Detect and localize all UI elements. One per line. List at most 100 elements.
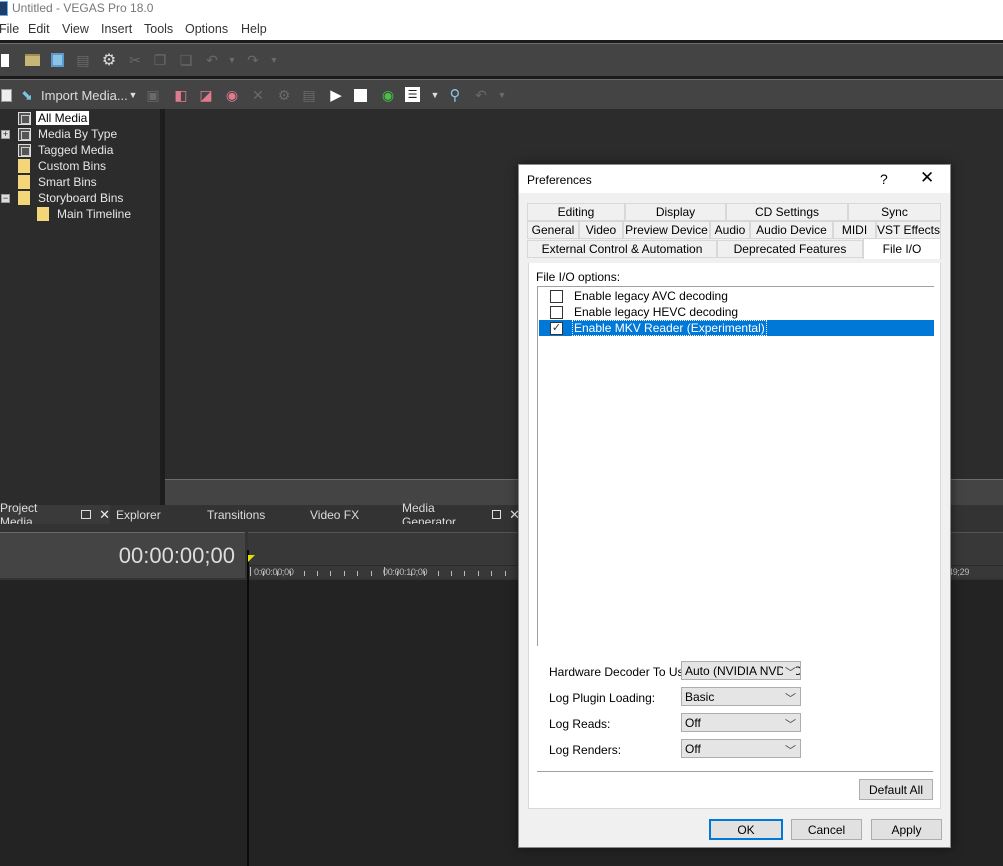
default-all-button[interactable]: Default All	[859, 779, 933, 800]
undock-icon[interactable]	[491, 510, 502, 519]
option-legacy-hevc[interactable]: Enable legacy HEVC decoding	[539, 304, 934, 320]
tab-audio[interactable]: Audio	[710, 221, 750, 239]
play-icon[interactable]: ▶	[328, 86, 344, 104]
import-dropdown-icon[interactable]: ▼	[127, 87, 139, 103]
timeline-cursor[interactable]	[247, 550, 249, 866]
view-icon[interactable]	[0, 87, 12, 103]
tab-cd-settings[interactable]: CD Settings	[726, 203, 848, 221]
tab-file-io[interactable]: File I/O	[863, 238, 941, 259]
tab-audio-device[interactable]: Audio Device	[750, 221, 833, 239]
tab-editing[interactable]: Editing	[527, 203, 625, 221]
ruler-tick	[451, 571, 452, 576]
menu-edit[interactable]: Edit	[28, 22, 50, 36]
tab-deprecated-features[interactable]: Deprecated Features	[717, 240, 863, 258]
tab-project-media[interactable]: Project Media ✕	[0, 501, 110, 529]
tab-video[interactable]: Video	[579, 221, 623, 239]
add-bin-icon[interactable]: ◧	[172, 86, 190, 104]
menu-options[interactable]: Options	[185, 22, 228, 36]
menu-help[interactable]: Help	[241, 22, 267, 36]
undo-icon[interactable]: ↶	[203, 51, 221, 69]
paste-icon[interactable]: ❏	[177, 51, 195, 69]
capture-icon[interactable]: ▣	[145, 87, 161, 103]
menu-file[interactable]: File	[0, 22, 19, 36]
properties-icon[interactable]: ▤	[300, 86, 318, 104]
search-icon[interactable]: ⚲	[446, 86, 464, 104]
option-legacy-avc[interactable]: Enable legacy AVC decoding	[539, 288, 934, 304]
tree-item-smart-bins[interactable]: Smart Bins	[18, 174, 99, 190]
save-icon[interactable]	[48, 52, 66, 68]
tab-preview-device[interactable]: Preview Device	[623, 221, 710, 239]
tab-general[interactable]: General	[527, 221, 579, 239]
stop-icon[interactable]	[354, 89, 367, 102]
close-icon[interactable]: ✕	[99, 507, 110, 523]
delete-icon[interactable]: ✕	[250, 86, 266, 104]
undo-icon[interactable]: ↶	[472, 86, 490, 104]
log-renders-select[interactable]: Off ﹀	[681, 739, 801, 758]
ruler-label: 00:00:10;00	[383, 567, 428, 577]
ruler-tick	[263, 571, 265, 576]
undock-icon[interactable]	[81, 510, 92, 519]
redo-icon[interactable]: ↷	[244, 51, 262, 69]
help-button[interactable]: ?	[880, 171, 888, 187]
tab-display[interactable]: Display	[625, 203, 726, 221]
log-reads-select[interactable]: Off ﹀	[681, 713, 801, 732]
new-project-icon[interactable]	[0, 52, 10, 68]
tab-sync[interactable]: Sync	[848, 203, 941, 221]
autopreview-icon[interactable]: ◉	[379, 86, 397, 104]
menu-tools[interactable]: Tools	[144, 22, 173, 36]
tab-media-generator[interactable]: Media Generator ✕	[402, 501, 520, 529]
window-title: Untitled - VEGAS Pro 18.0	[12, 1, 154, 15]
folder-icon	[18, 175, 30, 189]
open-folder-icon[interactable]	[23, 52, 41, 68]
get-media-icon[interactable]: ◪	[197, 86, 215, 104]
tab-transitions[interactable]: Transitions	[207, 505, 265, 524]
option-mkv-reader[interactable]: ✓ Enable MKV Reader (Experimental)	[539, 320, 934, 336]
extract-audio-icon[interactable]: ◉	[223, 86, 241, 104]
import-media-button[interactable]: Import Media...	[41, 88, 128, 103]
checkbox[interactable]	[550, 305, 563, 319]
checkbox-checked[interactable]: ✓	[550, 321, 563, 335]
redo-dropdown-icon[interactable]: ▼	[268, 51, 280, 69]
log-plugin-loading-select[interactable]: Basic ﹀	[681, 687, 801, 706]
expand-icon[interactable]: +	[1, 130, 10, 139]
ok-button[interactable]: OK	[709, 819, 783, 840]
tree-item-storyboard-bins[interactable]: Storyboard Bins	[18, 190, 125, 206]
log-reads-label: Log Reads:	[549, 717, 611, 731]
menu-view[interactable]: View	[62, 22, 89, 36]
options-label: File I/O options:	[536, 270, 621, 284]
import-media-icon[interactable]: ⬊	[18, 86, 36, 104]
hw-decoder-select[interactable]: Auto (NVIDIA NVDEC ﹀	[681, 661, 801, 680]
dialog-title-bar: Preferences ? ✕	[519, 165, 950, 193]
cancel-button[interactable]: Cancel	[791, 819, 862, 840]
tab-video-fx[interactable]: Video FX	[310, 505, 359, 524]
views-dropdown-icon[interactable]: ▼	[429, 87, 441, 103]
tree-item-media-by-type[interactable]: Media By Type	[18, 126, 119, 142]
tree-item-all-media[interactable]: All Media	[18, 110, 90, 126]
media-fx-icon[interactable]: ⚙	[275, 86, 293, 104]
tab-external-control-automation[interactable]: External Control & Automation	[527, 240, 717, 258]
undo-dropdown-icon[interactable]: ▼	[496, 87, 508, 103]
title-bar: Untitled - VEGAS Pro 18.0	[0, 0, 1003, 18]
properties-icon[interactable]: ▤	[74, 52, 92, 68]
folder-icon	[18, 191, 30, 205]
collapse-icon[interactable]: −	[1, 194, 10, 203]
settings-gear-icon[interactable]: ⚙	[100, 51, 118, 69]
chevron-down-icon: ﹀	[783, 716, 796, 731]
tree-item-main-timeline[interactable]: Main Timeline	[37, 206, 133, 222]
tree-item-custom-bins[interactable]: Custom Bins	[18, 158, 108, 174]
tree-item-tagged-media[interactable]: Tagged Media	[18, 142, 115, 158]
tab-explorer[interactable]: Explorer	[116, 505, 161, 524]
tab-vst-effects[interactable]: VST Effects	[876, 221, 941, 239]
apply-button[interactable]: Apply	[871, 819, 942, 840]
undo-dropdown-icon[interactable]: ▼	[226, 51, 238, 69]
ruler-tick	[276, 571, 278, 576]
views-icon[interactable]: ☰	[405, 87, 420, 102]
ruler-tick	[303, 571, 305, 576]
cut-icon[interactable]: ✂	[126, 51, 144, 69]
menu-insert[interactable]: Insert	[101, 22, 132, 36]
tab-midi[interactable]: MIDI	[833, 221, 876, 239]
checkbox[interactable]	[550, 289, 563, 303]
copy-icon[interactable]: ❐	[151, 51, 169, 69]
playhead-marker[interactable]	[248, 555, 255, 562]
close-button[interactable]: ✕	[920, 168, 934, 188]
